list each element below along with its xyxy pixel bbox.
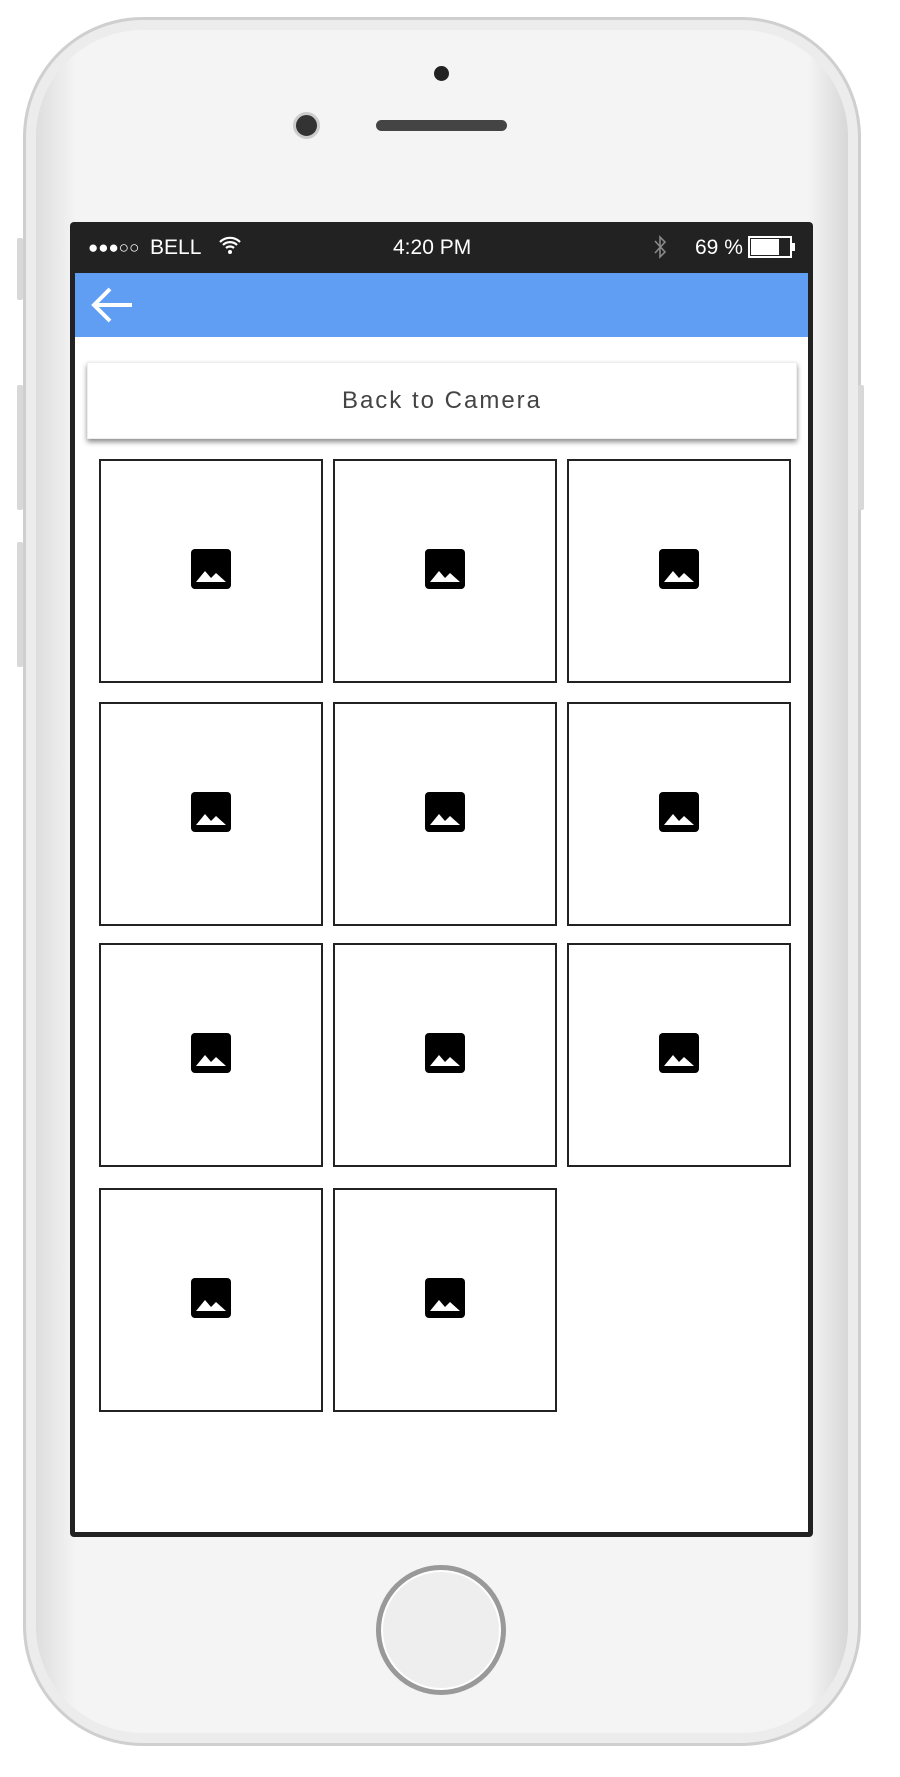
gallery-thumbnail[interactable]	[99, 1188, 323, 1412]
battery-icon	[748, 236, 798, 264]
app-header	[75, 273, 808, 337]
front-camera	[293, 112, 320, 139]
image-icon	[658, 791, 700, 838]
image-icon	[424, 791, 466, 838]
wifi-icon	[218, 234, 242, 262]
bluetooth-icon	[653, 234, 667, 266]
power-button	[858, 385, 864, 510]
battery-percent: 69 %	[695, 236, 743, 259]
volume-up-button	[17, 385, 23, 510]
image-icon	[190, 791, 232, 838]
image-icon	[190, 1032, 232, 1079]
gallery-thumbnail[interactable]	[333, 702, 557, 926]
carrier: BELL	[150, 236, 202, 259]
image-icon	[658, 548, 700, 595]
mute-switch	[17, 238, 23, 300]
proximity-sensor	[434, 66, 449, 81]
gallery-thumbnail[interactable]	[567, 702, 791, 926]
image-icon	[190, 1277, 232, 1324]
image-icon	[190, 548, 232, 595]
gallery-thumbnail[interactable]	[333, 459, 557, 683]
image-icon	[424, 1277, 466, 1324]
earpiece-speaker	[376, 120, 507, 131]
image-icon	[424, 1032, 466, 1079]
app-content: Back to Camera	[75, 273, 808, 1532]
status-bar: ●●●○○ BELL 4:20 PM 69 %	[70, 222, 813, 273]
back-to-camera-button[interactable]: Back to Camera	[87, 362, 797, 439]
gallery-thumbnail[interactable]	[99, 459, 323, 683]
gallery-thumbnail[interactable]	[99, 702, 323, 926]
gallery-thumbnail[interactable]	[99, 943, 323, 1167]
gallery-thumbnail[interactable]	[567, 459, 791, 683]
signal-indicator: ●●●○○	[88, 238, 140, 257]
screen: ●●●○○ BELL 4:20 PM 69 % Back to Camera	[70, 222, 813, 1537]
home-button[interactable]	[376, 1565, 506, 1695]
gallery-thumbnail[interactable]	[333, 943, 557, 1167]
image-icon	[658, 1032, 700, 1079]
image-icon	[424, 548, 466, 595]
gallery-thumbnail[interactable]	[333, 1188, 557, 1412]
arrow-left-icon[interactable]	[90, 286, 134, 324]
clock: 4:20 PM	[393, 236, 472, 259]
gallery-thumbnail[interactable]	[567, 943, 791, 1167]
volume-down-button	[17, 542, 23, 667]
